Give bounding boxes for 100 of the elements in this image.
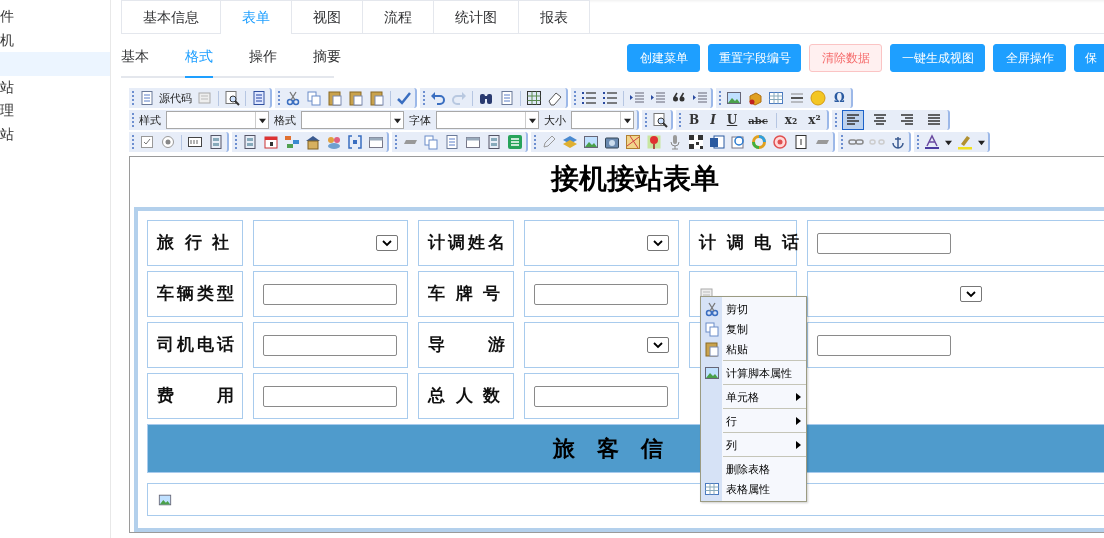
strikethrough-button[interactable]: abc [745,112,771,128]
tab[interactable]: 报表 [518,0,590,33]
menu-item[interactable]: 行 [701,411,806,431]
tab[interactable]: 基本信息 [121,0,221,33]
select-field[interactable] [253,220,408,266]
clipboard-icon[interactable] [369,90,385,106]
page-icon[interactable] [444,134,460,150]
menu-item[interactable]: 删除表格 [701,459,806,479]
form-icon[interactable] [486,134,502,150]
copy-icon[interactable] [423,134,439,150]
dropdown-field[interactable] [301,111,404,129]
subscript-button[interactable]: x₂ [781,111,801,129]
bold-button[interactable]: B [686,111,703,129]
calendar-icon[interactable] [263,134,279,150]
text-field[interactable] [263,334,397,356]
globe-icon[interactable] [730,134,746,150]
menu-item[interactable]: 表格属性 [701,479,806,499]
table-icon[interactable] [768,90,784,106]
people-icon[interactable] [326,134,342,150]
sidebar-item[interactable]: 件 [0,5,110,29]
page-icon[interactable] [499,90,515,106]
align-button[interactable] [841,110,864,130]
box-icon[interactable] [793,134,809,150]
text-field[interactable] [263,385,397,407]
menu-item[interactable]: 计算脚本属性 [701,363,806,383]
list-icon[interactable] [602,90,618,106]
map-icon[interactable] [625,134,641,150]
cube-icon[interactable] [747,90,763,106]
text-field[interactable] [817,232,951,254]
window-icon[interactable] [368,134,384,150]
select-field[interactable] [807,271,1104,317]
text-field[interactable] [263,283,397,305]
dropdown-field[interactable] [166,111,269,129]
nodes-icon[interactable] [284,134,300,150]
select-field[interactable] [524,220,679,266]
undo-icon[interactable] [430,90,446,106]
magnifier-icon[interactable] [652,112,668,128]
ring-icon[interactable] [751,134,767,150]
scissors-icon[interactable] [285,90,301,106]
text-field[interactable] [534,283,668,305]
dropdown-field[interactable] [571,111,634,129]
sidebar-item[interactable]: 机 [0,28,110,52]
pencil-icon[interactable] [541,134,557,150]
brackets-icon[interactable] [347,134,363,150]
list-icon[interactable] [581,90,597,106]
text-field-icon[interactable] [187,134,203,150]
alarm-icon[interactable] [772,134,788,150]
dropdown-field[interactable] [436,111,539,129]
clipboard-icon[interactable] [327,90,343,106]
italic-button[interactable]: I [707,111,719,129]
eraser-icon[interactable] [547,90,563,106]
sidebar-item[interactable]: 站 [0,75,110,99]
pin-icon[interactable] [646,134,662,150]
image-icon[interactable] [726,90,742,106]
select-field[interactable] [524,322,679,368]
text-field[interactable] [534,385,668,407]
image-icon[interactable] [583,134,599,150]
indent-icon[interactable] [692,90,708,106]
dropdown-button[interactable] [647,235,669,251]
menu-item[interactable]: 剪切 [701,299,806,319]
dropdown-button[interactable] [960,286,982,302]
microphone-icon[interactable] [667,134,683,150]
tab[interactable]: 操作 [249,45,277,78]
page-icon[interactable] [251,90,267,106]
line-icon[interactable] [789,90,805,106]
form-icon[interactable] [242,134,258,150]
clipboard-icon[interactable] [348,90,364,106]
indent-icon[interactable] [629,90,645,106]
radio-icon[interactable] [160,134,176,150]
text-color-icon[interactable] [924,134,940,150]
menu-item[interactable]: 单元格 [701,387,806,407]
form-icon[interactable] [208,134,224,150]
underline-button[interactable]: U [723,111,741,129]
layers-icon[interactable] [562,134,578,150]
text-field[interactable] [817,334,951,356]
copy-icon[interactable] [306,90,322,106]
menu-item[interactable]: 列 [701,435,806,455]
checkmark-icon[interactable] [396,90,412,106]
indent-icon[interactable] [650,90,666,106]
sidebar-item[interactable]: 站 [0,122,110,146]
camera-icon[interactable] [604,134,620,150]
tab[interactable]: 基本 [121,45,149,78]
magnifier-icon[interactable] [224,90,240,106]
caret-icon [528,116,536,124]
dropdown-button[interactable] [647,337,669,353]
dropdown-button[interactable] [376,235,398,251]
grid-icon[interactable] [526,90,542,106]
superscript-button[interactable]: x² [805,111,824,129]
anchor-icon[interactable] [890,134,906,150]
menu-item[interactable]: 复制 [701,319,806,339]
tab[interactable]: 摘要 [313,45,341,78]
sidebar-item[interactable]: 理 [0,99,110,123]
window-icon[interactable] [465,134,481,150]
menu-item[interactable]: 粘贴 [701,339,806,359]
special-character-button[interactable]: Ω [831,89,848,107]
house-icon[interactable] [305,134,321,150]
qr-code-icon[interactable] [688,134,704,150]
document-icon[interactable] [709,134,725,150]
checkbox-icon[interactable] [139,134,155,150]
highlighter-icon[interactable] [957,134,973,150]
